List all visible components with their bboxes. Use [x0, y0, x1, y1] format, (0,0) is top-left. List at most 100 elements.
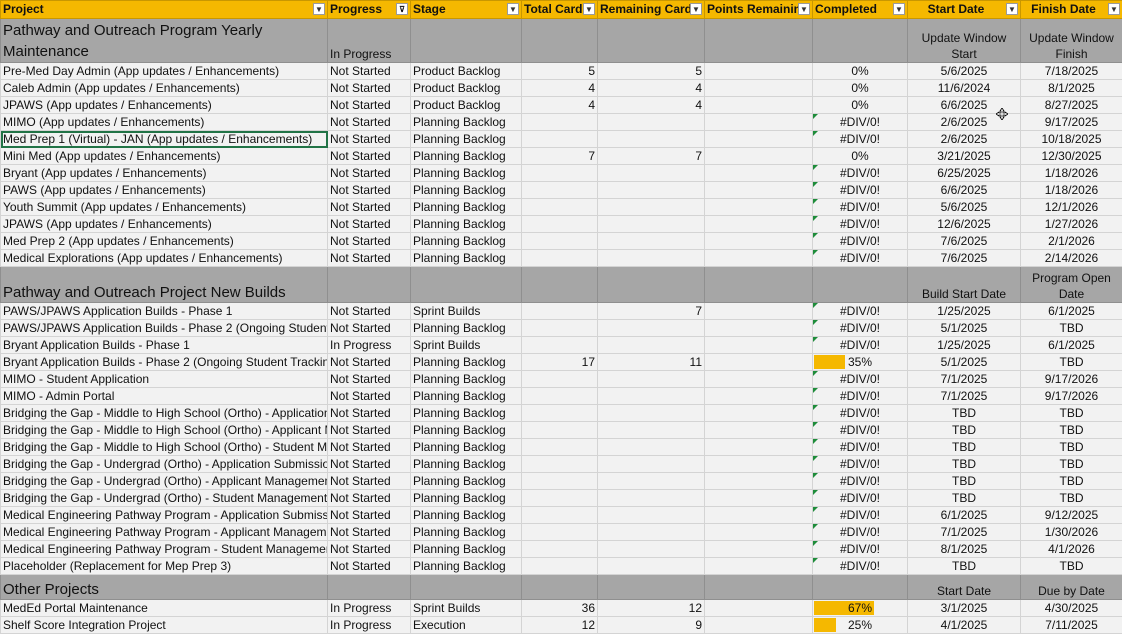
cell-completed[interactable]: #DIV/0! [812, 215, 908, 233]
cell-start-date[interactable]: TBD [907, 472, 1021, 490]
cell-completed[interactable]: #DIV/0! [812, 181, 908, 199]
cell-progress[interactable]: Not Started [327, 113, 411, 131]
cell-total-cards[interactable]: 7 [521, 147, 598, 165]
cell-finish-date[interactable]: 1/27/2026 [1020, 215, 1122, 233]
cell-start-date[interactable]: 5/6/2025 [907, 62, 1021, 80]
cell-project[interactable]: Medical Engineering Pathway Program - Ap… [0, 506, 328, 524]
cell-remaining-cards[interactable] [597, 404, 705, 422]
cell-progress[interactable]: Not Started [327, 215, 411, 233]
empty-cell[interactable] [597, 18, 705, 63]
cell-progress[interactable]: Not Started [327, 472, 411, 490]
cell-project[interactable]: PAWS (App updates / Enhancements) [0, 181, 328, 199]
cell-stage[interactable]: Sprint Builds [410, 336, 522, 354]
cell-points-remaining[interactable] [704, 96, 813, 114]
cell-stage[interactable]: Planning Backlog [410, 387, 522, 405]
cell-total-cards[interactable]: 4 [521, 96, 598, 114]
cell-finish-date[interactable]: 1/18/2026 [1020, 164, 1122, 182]
filter-active-icon[interactable]: ⊽ [396, 3, 408, 15]
cell-remaining-cards[interactable]: 12 [597, 599, 705, 617]
cell-finish-date[interactable]: TBD [1020, 557, 1122, 575]
cell-start-date[interactable]: 8/1/2025 [907, 540, 1021, 558]
cell-completed[interactable]: #DIV/0! [812, 438, 908, 456]
cell-total-cards[interactable] [521, 506, 598, 524]
cell-total-cards[interactable] [521, 164, 598, 182]
cell-stage[interactable]: Planning Backlog [410, 506, 522, 524]
cell-stage[interactable]: Planning Backlog [410, 438, 522, 456]
cell-project[interactable]: PAWS/JPAWS Application Builds - Phase 2 … [0, 319, 328, 337]
cell-remaining-cards[interactable] [597, 421, 705, 439]
cell-completed[interactable]: 0% [812, 147, 908, 165]
section-finish-label[interactable]: Program Open Date [1020, 266, 1122, 303]
cell-project[interactable]: Bridging the Gap - Undergrad (Ortho) - A… [0, 455, 328, 473]
cell-completed[interactable]: #DIV/0! [812, 370, 908, 388]
cell-project[interactable]: MIMO - Admin Portal [0, 387, 328, 405]
cell-remaining-cards[interactable] [597, 370, 705, 388]
cell-finish-date[interactable]: 12/1/2026 [1020, 198, 1122, 216]
cell-start-date[interactable]: TBD [907, 455, 1021, 473]
empty-cell[interactable] [597, 266, 705, 303]
cell-total-cards[interactable] [521, 557, 598, 575]
cell-stage[interactable]: Planning Backlog [410, 181, 522, 199]
cell-remaining-cards[interactable] [597, 249, 705, 267]
cell-finish-date[interactable]: 8/1/2025 [1020, 79, 1122, 97]
cell-project[interactable]: Medical Engineering Pathway Program - St… [0, 540, 328, 558]
cell-start-date[interactable]: 5/1/2025 [907, 319, 1021, 337]
cell-completed[interactable]: #DIV/0! [812, 302, 908, 320]
filter-dropdown-icon[interactable]: ▼ [1108, 3, 1120, 15]
cell-finish-date[interactable]: 9/12/2025 [1020, 506, 1122, 524]
cell-points-remaining[interactable] [704, 455, 813, 473]
cell-remaining-cards[interactable]: 9 [597, 616, 705, 634]
cell-finish-date[interactable]: TBD [1020, 404, 1122, 422]
cell-points-remaining[interactable] [704, 113, 813, 131]
cell-remaining-cards[interactable] [597, 489, 705, 507]
cell-finish-date[interactable]: 1/30/2026 [1020, 523, 1122, 541]
cell-progress[interactable]: Not Started [327, 302, 411, 320]
cell-progress[interactable]: Not Started [327, 540, 411, 558]
cell-progress[interactable]: Not Started [327, 404, 411, 422]
cell-points-remaining[interactable] [704, 232, 813, 250]
cell-remaining-cards[interactable] [597, 387, 705, 405]
cell-stage[interactable]: Planning Backlog [410, 489, 522, 507]
cell-finish-date[interactable]: TBD [1020, 421, 1122, 439]
cell-finish-date[interactable]: 2/1/2026 [1020, 232, 1122, 250]
cell-start-date[interactable]: 6/1/2025 [907, 506, 1021, 524]
cell-completed[interactable]: #DIV/0! [812, 404, 908, 422]
cell-total-cards[interactable] [521, 181, 598, 199]
empty-cell[interactable] [704, 574, 813, 600]
cell-stage[interactable]: Product Backlog [410, 62, 522, 80]
cell-progress[interactable]: Not Started [327, 164, 411, 182]
cell-stage[interactable]: Planning Backlog [410, 421, 522, 439]
empty-cell[interactable] [521, 574, 598, 600]
cell-total-cards[interactable] [521, 489, 598, 507]
cell-project[interactable]: Medical Explorations (App updates / Enha… [0, 249, 328, 267]
cell-start-date[interactable]: TBD [907, 438, 1021, 456]
cell-remaining-cards[interactable] [597, 557, 705, 575]
section-title[interactable]: Other Projects [0, 574, 328, 600]
cell-points-remaining[interactable] [704, 387, 813, 405]
cell-start-date[interactable]: 7/6/2025 [907, 249, 1021, 267]
cell-progress[interactable]: Not Started [327, 421, 411, 439]
cell-progress[interactable]: Not Started [327, 438, 411, 456]
cell-remaining-cards[interactable] [597, 336, 705, 354]
cell-finish-date[interactable]: TBD [1020, 438, 1122, 456]
cell-points-remaining[interactable] [704, 130, 813, 148]
cell-remaining-cards[interactable] [597, 164, 705, 182]
cell-progress[interactable]: In Progress [327, 616, 411, 634]
cell-stage[interactable]: Product Backlog [410, 79, 522, 97]
cell-finish-date[interactable]: 4/30/2025 [1020, 599, 1122, 617]
cell-project[interactable]: Bryant (App updates / Enhancements) [0, 164, 328, 182]
cell-progress[interactable]: Not Started [327, 181, 411, 199]
cell-project[interactable]: Bridging the Gap - Middle to High School… [0, 404, 328, 422]
cell-points-remaining[interactable] [704, 557, 813, 575]
cell-start-date[interactable]: 2/6/2025 [907, 130, 1021, 148]
section-finish-label[interactable]: Due by Date [1020, 574, 1122, 600]
cell-progress[interactable]: Not Started [327, 353, 411, 371]
cell-total-cards[interactable] [521, 336, 598, 354]
cell-total-cards[interactable] [521, 302, 598, 320]
cell-remaining-cards[interactable] [597, 215, 705, 233]
cell-remaining-cards[interactable] [597, 181, 705, 199]
filter-dropdown-icon[interactable]: ▼ [583, 3, 595, 15]
cell-start-date[interactable]: 7/6/2025 [907, 232, 1021, 250]
cell-points-remaining[interactable] [704, 336, 813, 354]
cell-start-date[interactable]: TBD [907, 489, 1021, 507]
